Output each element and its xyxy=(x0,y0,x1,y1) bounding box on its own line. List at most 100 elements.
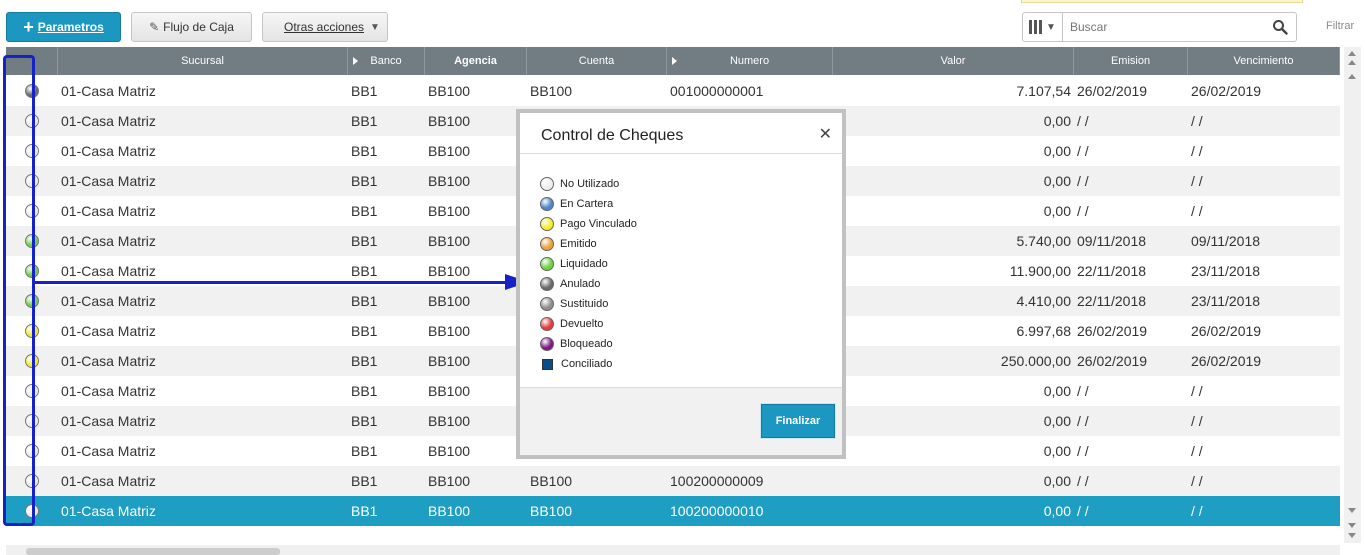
cell-banco: BB1 xyxy=(351,233,378,249)
legend-item-bloqueado: Bloqueado xyxy=(540,334,637,354)
cell-banco: BB1 xyxy=(351,173,378,189)
scroll-top-icon[interactable] xyxy=(1348,51,1356,56)
flujo-de-caja-button[interactable]: ✎ Flujo de Caja xyxy=(131,12,252,42)
cell-agencia: BB100 xyxy=(428,503,471,519)
cell-sucursal: 01-Casa Matriz xyxy=(61,353,156,369)
close-icon[interactable]: ✕ xyxy=(819,124,832,144)
cell-emision: / / xyxy=(1077,383,1089,399)
status-sustituido-icon xyxy=(540,297,554,311)
status-emitido-icon xyxy=(540,237,554,251)
parametros-button[interactable]: + Parametros xyxy=(6,12,121,42)
table-row[interactable]: 01-Casa Matriz BB1 BB100 BB100 100200000010 0… xyxy=(6,496,1340,526)
otras-acciones-label: Otras acciones xyxy=(284,20,365,34)
cell-sucursal: 01-Casa Matriz xyxy=(61,113,156,129)
cell-banco: BB1 xyxy=(351,203,378,219)
legend-item-en-cartera: En Cartera xyxy=(540,194,637,214)
header-vencimiento-label: Vencimiento xyxy=(1233,55,1294,67)
otras-acciones-button[interactable]: Otras acciones ▼ xyxy=(262,12,388,42)
scroll-up-icon[interactable] xyxy=(1348,60,1356,65)
table-row[interactable]: 01-Casa Matriz BB1 BB100 BB100 001000000001 7… xyxy=(6,76,1340,106)
finalizar-button[interactable]: Finalizar xyxy=(761,404,835,438)
cell-vencimiento: / / xyxy=(1191,203,1203,219)
status-legend: No Utilizado En Cartera Pago Vinculado Emit… xyxy=(540,174,637,374)
status-conciliado-icon xyxy=(542,358,553,370)
cell-emision: / / xyxy=(1077,113,1089,129)
filtrar-link[interactable]: Filtrar xyxy=(1326,20,1354,32)
cell-vencimiento: / / xyxy=(1191,383,1203,399)
header-emision[interactable]: Emision xyxy=(1074,47,1188,75)
table-row[interactable]: 01-Casa Matriz BB1 BB100 BB100 100200000009 0… xyxy=(6,466,1340,496)
expand-icon xyxy=(353,57,358,65)
scroll-down-icon[interactable] xyxy=(1348,523,1356,528)
cell-emision: / / xyxy=(1077,473,1089,489)
cell-agencia: BB100 xyxy=(428,83,471,99)
dialog-divider xyxy=(520,153,842,154)
status-bloqueado-icon xyxy=(540,337,554,351)
expand-icon xyxy=(672,57,677,65)
legend-item-pago-vinculado: Pago Vinculado xyxy=(540,214,637,234)
columns-icon xyxy=(1029,20,1043,34)
search-icon[interactable] xyxy=(1272,19,1288,35)
cell-sucursal: 01-Casa Matriz xyxy=(61,173,156,189)
columns-menu-button[interactable]: ▼ xyxy=(1023,13,1063,41)
cell-sucursal: 01-Casa Matriz xyxy=(61,323,156,339)
status-anulado-icon xyxy=(540,277,554,291)
cell-sucursal: 01-Casa Matriz xyxy=(61,503,156,519)
cell-vencimiento: / / xyxy=(1191,413,1203,429)
header-numero[interactable]: Numero xyxy=(667,47,833,75)
header-vencimiento[interactable]: Vencimiento xyxy=(1188,47,1340,75)
cell-emision: 26/02/2019 xyxy=(1077,83,1148,99)
annotation-arrow-line xyxy=(35,281,513,284)
cell-numero: 100200000009 xyxy=(670,473,764,489)
cell-cuenta: BB100 xyxy=(530,83,573,99)
horizontal-scroll-thumb[interactable] xyxy=(26,548,280,555)
header-valor[interactable]: Valor xyxy=(833,47,1074,75)
cell-agencia: BB100 xyxy=(428,473,471,489)
scroll-bottom-icon[interactable] xyxy=(1348,533,1356,538)
cell-agencia: BB100 xyxy=(428,143,471,159)
scroll-up-icon[interactable] xyxy=(1348,74,1356,79)
cell-valor: 0,00 xyxy=(1043,383,1071,399)
header-agencia[interactable]: Agencia xyxy=(425,47,527,75)
legend-label: Devuelto xyxy=(560,318,604,330)
cell-valor: 11.900,00 xyxy=(1009,263,1071,279)
header-cuenta[interactable]: Cuenta xyxy=(527,47,667,75)
cell-valor: 0,00 xyxy=(1043,443,1071,459)
cell-agencia: BB100 xyxy=(428,443,471,459)
cell-valor: 0,00 xyxy=(1043,173,1071,189)
cell-banco: BB1 xyxy=(351,143,378,159)
cell-banco: BB1 xyxy=(351,413,378,429)
search-input[interactable] xyxy=(1063,14,1263,40)
pencil-icon: ✎ xyxy=(149,20,160,34)
cell-numero: 001000000001 xyxy=(670,83,764,99)
legend-item-sustituido: Sustituido xyxy=(540,294,637,314)
legend-item-liquidado: Liquidado xyxy=(540,254,637,274)
legend-item-emitido: Emitido xyxy=(540,234,637,254)
cell-valor: 0,00 xyxy=(1043,203,1071,219)
status-liquidado-icon xyxy=(540,257,554,271)
cell-cuenta: BB100 xyxy=(530,473,573,489)
cell-valor: 0,00 xyxy=(1043,113,1071,129)
header-sucursal[interactable]: Sucursal xyxy=(58,47,348,75)
cell-agencia: BB100 xyxy=(428,383,471,399)
parametros-label: Parametros xyxy=(37,20,104,34)
control-de-cheques-dialog: Control de Cheques ✕ No Utilizado En Cart… xyxy=(516,109,846,459)
header-emision-label: Emision xyxy=(1110,55,1151,67)
flujo-de-caja-label: Flujo de Caja xyxy=(163,20,234,34)
cell-emision: / / xyxy=(1077,413,1089,429)
horizontal-scrollbar[interactable] xyxy=(6,545,1340,555)
cell-vencimiento: 26/02/2019 xyxy=(1191,323,1262,339)
legend-label: Anulado xyxy=(560,278,601,290)
legend-item-anulado: Anulado xyxy=(540,274,637,294)
cell-banco: BB1 xyxy=(351,503,378,519)
legend-label: Bloqueado xyxy=(560,338,613,350)
cell-agencia: BB100 xyxy=(428,173,471,189)
status-column-highlight xyxy=(3,55,35,526)
dialog-title: Control de Cheques xyxy=(541,127,684,144)
header-banco[interactable]: Banco xyxy=(348,47,425,75)
header-cuenta-label: Cuenta xyxy=(578,55,615,67)
scroll-down-icon[interactable] xyxy=(1348,508,1356,513)
grid-header: Sucursal Banco Agencia Cuenta Numero Val… xyxy=(6,47,1340,75)
vertical-scrollbar[interactable] xyxy=(1344,47,1361,543)
cell-sucursal: 01-Casa Matriz xyxy=(61,203,156,219)
